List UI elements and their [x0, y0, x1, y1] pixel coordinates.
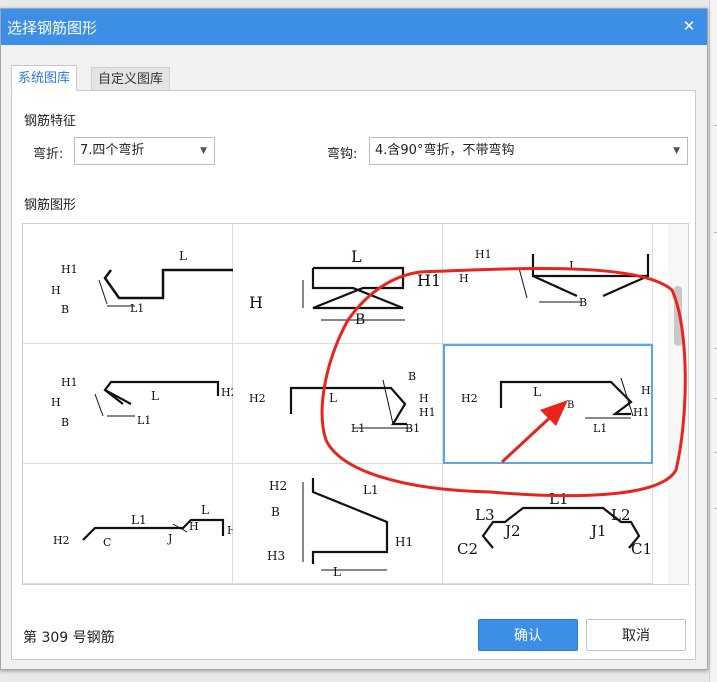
hook-select[interactable]: 4.含90°弯折，不带弯钩 ▼	[369, 137, 688, 165]
shape-label: H2	[53, 534, 70, 547]
shape-cell[interactable]: H2 L B H H1 L1 B1	[233, 344, 443, 464]
shape-label: L1	[351, 422, 365, 435]
shape-label: H2	[221, 386, 233, 399]
scrollbar-thumb[interactable]	[674, 286, 682, 346]
shape-cell[interactable]: H1 H B L L1 H2	[23, 344, 233, 464]
shape-label: H2	[461, 392, 478, 405]
shape-label: L1	[137, 414, 151, 427]
dialog-body: 系统图库 自定义图库 钢筋特征 弯折: 7.四个弯折 ▼ 弯钩: 4.含90°弯…	[1, 45, 707, 669]
hook-label: 弯钩:	[327, 147, 358, 162]
dialog-title: 选择钢筋图形	[7, 19, 98, 37]
shape-label: H	[51, 396, 61, 409]
chevron-down-icon: ▼	[200, 146, 207, 156]
bend-select-value: 7.四个弯折	[80, 143, 145, 158]
shape-label: B	[61, 303, 69, 316]
shape-cell[interactable]: L H H1 B	[233, 224, 443, 344]
shape-label: L1	[593, 422, 607, 435]
shape-label: L	[569, 259, 577, 273]
shape-label: L1	[363, 483, 379, 497]
shape-cell-selected[interactable]: H2 L B H H1 L1	[443, 344, 653, 464]
shape-label: H1	[61, 263, 78, 276]
shape-label: H	[189, 520, 199, 533]
shape-label: H	[51, 284, 61, 297]
chevron-down-icon: ▼	[673, 146, 680, 156]
cancel-button[interactable]: 取消	[586, 619, 686, 651]
bend-select[interactable]: 7.四个弯折 ▼	[74, 137, 215, 165]
shape-label: H	[641, 384, 651, 397]
shape-cell[interactable]: H1 H L B	[443, 224, 653, 344]
shape-label: L	[533, 385, 541, 399]
shape-cell[interactable]: H2 B L1 H1 H3 L	[233, 464, 443, 584]
shape-cell[interactable]: H1 H B L L1	[23, 224, 233, 344]
selected-rebar-number: 第 309 号钢筋	[23, 630, 115, 646]
gallery-scrollbar[interactable]	[668, 224, 688, 584]
shape-label: L	[151, 389, 159, 403]
feature-section-label: 钢筋特征	[24, 114, 77, 129]
shape-section-label: 钢筋图形	[24, 198, 77, 213]
shape-label: H3	[267, 549, 285, 563]
tab-panel: 钢筋特征 弯折: 7.四个弯折 ▼ 弯钩: 4.含90°弯折，不带弯钩 ▼ 钢筋…	[11, 90, 696, 660]
hook-select-value: 4.含90°弯折，不带弯钩	[375, 143, 515, 158]
titlebar: 选择钢筋图形 ✕	[1, 9, 707, 45]
shape-label: C2	[457, 540, 478, 558]
shape-label: L	[329, 391, 337, 405]
shape-label: L1	[131, 513, 147, 527]
shape-label: H	[459, 272, 469, 285]
shape-label: L1	[130, 302, 144, 315]
shape-label: B1	[405, 422, 420, 435]
shape-label: L	[201, 503, 209, 517]
shape-label: C	[103, 536, 111, 549]
background-window-edge	[709, 0, 717, 682]
shape-label: C1	[631, 540, 652, 558]
close-icon[interactable]: ✕	[677, 14, 701, 38]
confirm-button[interactable]: 确认	[478, 619, 578, 651]
select-rebar-shape-dialog: 选择钢筋图形 ✕ 系统图库 自定义图库 钢筋特征 弯折: 7.四个弯折 ▼ 弯钩…	[0, 8, 708, 670]
shape-label: H1	[61, 376, 78, 389]
shape-label: L3	[475, 506, 495, 524]
shape-label: B	[408, 370, 416, 383]
shape-label: H2	[249, 392, 266, 405]
shape-label: H	[249, 293, 263, 312]
shape-label: B	[355, 312, 365, 328]
shape-label: B	[567, 400, 574, 411]
shape-label: H1	[417, 271, 441, 290]
tab-custom-library[interactable]: 自定义图库	[91, 67, 171, 91]
shape-label: H1	[633, 406, 650, 419]
shape-label: L	[351, 247, 362, 266]
shape-label: B	[271, 505, 280, 519]
shape-label: J	[167, 532, 172, 545]
shape-cell[interactable]: L1 L3 L2 J2 J1 C2 C1	[443, 464, 653, 584]
shape-label: H1	[419, 406, 436, 419]
shape-cell[interactable]: H2 C L1 J H L H1	[23, 464, 233, 584]
shape-label: H2	[269, 479, 287, 493]
shape-label: H1	[475, 248, 492, 261]
shape-label: L1	[549, 490, 569, 508]
shape-label: B	[579, 296, 587, 309]
shape-label: L	[333, 565, 341, 579]
shape-gallery: H1 H B L L1 L H H1 B H1 H L B H1 H B L L…	[22, 223, 689, 585]
tab-system-library[interactable]: 系统图库	[11, 65, 78, 91]
shape-label: H1	[395, 535, 413, 549]
shape-label: J2	[503, 522, 521, 540]
shape-label: L	[179, 249, 187, 263]
shape-label: L2	[611, 506, 631, 524]
shape-label: B	[61, 416, 69, 429]
shape-label: J1	[589, 522, 607, 540]
bend-label: 弯折:	[33, 147, 64, 162]
shape-label: H	[419, 392, 429, 405]
